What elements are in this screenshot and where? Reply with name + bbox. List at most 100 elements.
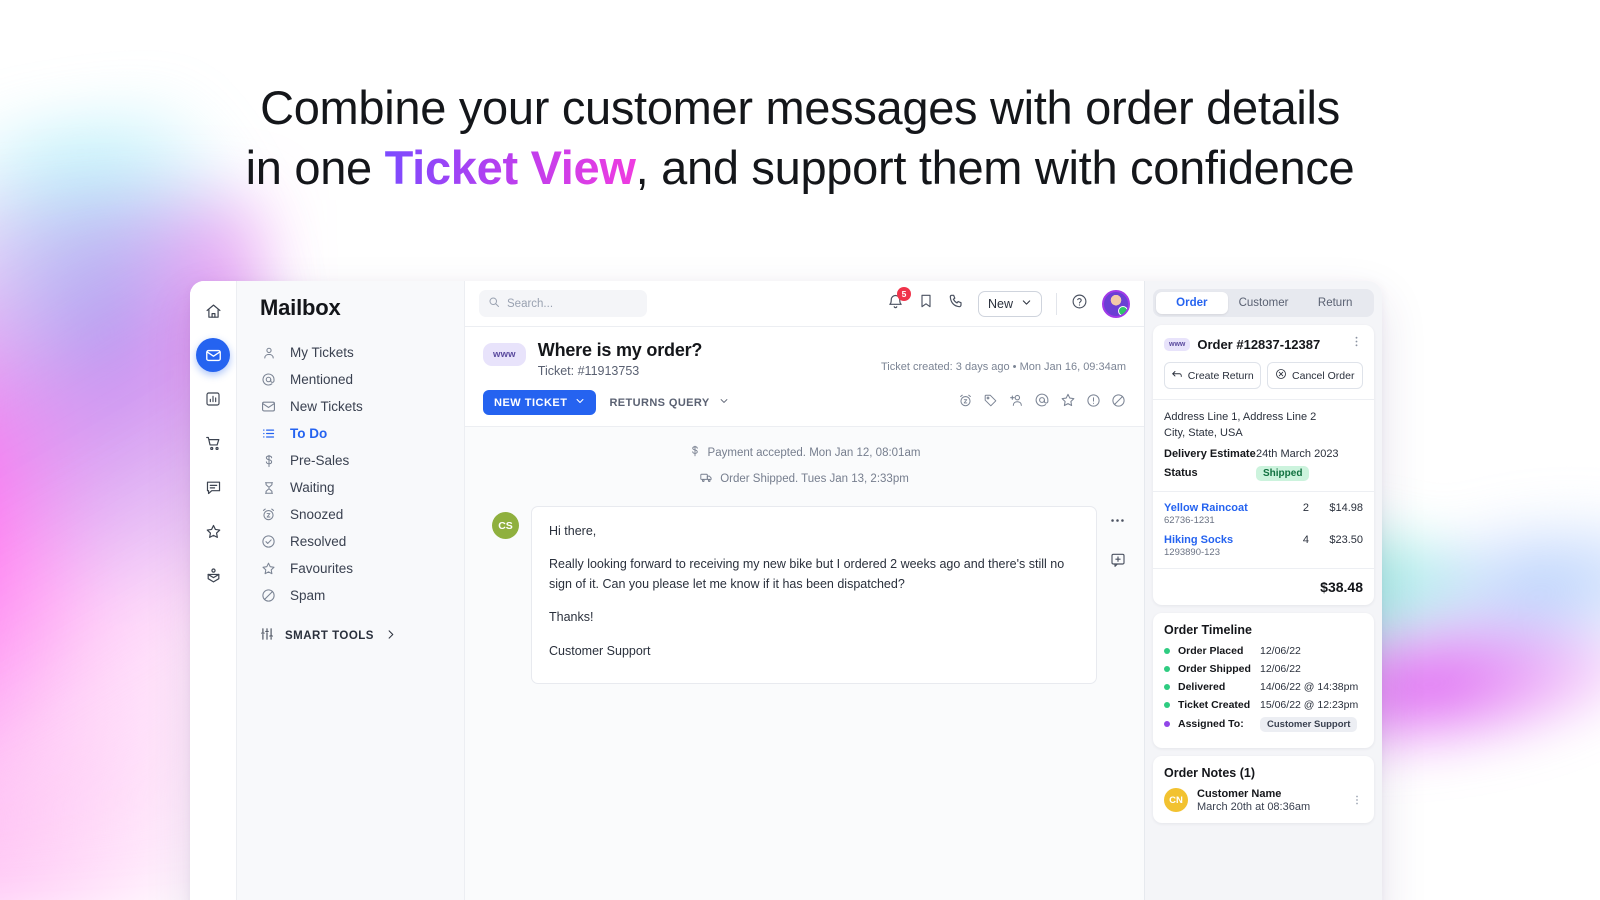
ticket-number: Ticket: #11913753: [537, 364, 640, 378]
order-timeline-card: Order Timeline Order Placed 12/06/22 Ord…: [1153, 612, 1374, 748]
help-icon: [1071, 293, 1088, 315]
sidebar-item-pre-sales[interactable]: Pre-Sales: [237, 447, 464, 474]
ticket-status-label: NEW TICKET: [494, 396, 568, 409]
search-placeholder: Search...: [507, 297, 554, 310]
timeline-dot-icon: [1164, 721, 1170, 728]
block-icon: [260, 588, 277, 603]
rail-item-inbox[interactable]: [196, 558, 230, 592]
sidebar-item-new-tickets[interactable]: New Tickets: [237, 393, 464, 420]
system-event-text: Payment accepted. Mon Jan 12, 08:01am: [707, 446, 921, 459]
order-menu-icon[interactable]: [1350, 335, 1363, 353]
phone-button[interactable]: [948, 293, 964, 314]
ticket-status-dropdown[interactable]: NEW TICKET: [483, 390, 597, 415]
search-icon: [488, 296, 500, 311]
sidebar-item-snoozed[interactable]: Snoozed: [237, 501, 464, 528]
tab-return[interactable]: Return: [1299, 292, 1371, 314]
top-bar-actions: 5 New: [887, 286, 1130, 318]
channel-badge: www: [1164, 337, 1191, 351]
mail-icon: [205, 347, 222, 364]
note-avatar: CN: [1164, 788, 1188, 813]
timeline-row: Delivered 14/06/22 @ 14:38pm: [1164, 681, 1363, 693]
conversation-thread: Payment accepted. Mon Jan 12, 08:01am Or…: [465, 427, 1144, 900]
timeline-value: 12/06/22: [1260, 644, 1301, 657]
sidebar-item-label: Waiting: [290, 480, 335, 495]
sidebar-item-my-tickets[interactable]: My Tickets: [237, 339, 464, 366]
page-title: Where is my order?: [537, 340, 703, 360]
person-icon: [260, 346, 277, 360]
smart-tools-button[interactable]: SMART TOOLS: [237, 609, 464, 644]
timeline-dot-icon: [1164, 647, 1170, 654]
address-line-2: City, State, USA: [1164, 426, 1243, 439]
mention-icon[interactable]: [1034, 392, 1050, 413]
assign-user-icon[interactable]: [1008, 392, 1024, 413]
sidebar-title: Mailbox: [260, 295, 341, 320]
sidebar-item-label: Spam: [290, 588, 326, 603]
help-button[interactable]: [1071, 293, 1088, 315]
order-details-panel: Order Customer Return www Order #12837-1…: [1144, 281, 1382, 900]
ticket-title-group: Where is my order? Ticket: #11913753: [537, 340, 703, 378]
line-item-qty: 2: [1302, 501, 1309, 514]
ticket-toolbar: NEW TICKET RETURNS QUERY: [483, 378, 1126, 426]
rail-item-chat[interactable]: [196, 470, 230, 504]
message-body[interactable]: Hi there, Really looking forward to rece…: [531, 506, 1097, 684]
block-icon[interactable]: [1111, 393, 1126, 413]
panel-tabs: Order Customer Return: [1153, 289, 1374, 317]
star-icon: [260, 561, 277, 576]
create-return-button[interactable]: Create Return: [1164, 362, 1261, 389]
line-item-name[interactable]: Yellow Raincoat: [1164, 502, 1273, 514]
status-row: Status Shipped: [1164, 465, 1363, 481]
sidebar-item-resolved[interactable]: Resolved: [237, 528, 464, 555]
line-item-name[interactable]: Hiking Socks: [1164, 534, 1273, 546]
timeline-row: Order Shipped 12/06/22: [1164, 663, 1363, 675]
ticket-created-label: Ticket created: 3 days ago: [881, 361, 1010, 373]
message-paragraph: Thanks!: [549, 610, 594, 625]
sidebar-item-to-do[interactable]: To Do: [237, 420, 464, 447]
envelope-icon: [260, 399, 277, 414]
sidebar-item-spam[interactable]: Spam: [237, 582, 464, 609]
shipping-address: Address Line 1, Address Line 2 City, Sta…: [1164, 410, 1363, 442]
search-input[interactable]: Search...: [479, 290, 647, 317]
ticket-header-row: www Where is my order? Ticket: #11913753…: [483, 340, 1126, 378]
center-column: Search... 5 New www Where is my order? T…: [465, 281, 1144, 900]
add-note-icon[interactable]: [1110, 552, 1126, 573]
rail-item-favourites[interactable]: [196, 514, 230, 548]
new-dropdown-button[interactable]: New: [977, 290, 1042, 317]
alarm-icon: [260, 507, 277, 522]
line-item: Hiking Socks 1293890-123 4 $23.50: [1164, 534, 1363, 558]
sidebar-item-label: Pre-Sales: [290, 453, 350, 468]
timeline-value: 12/06/22: [1260, 662, 1301, 675]
at-icon: [260, 372, 277, 387]
list-icon: [260, 426, 277, 441]
inbox-icon: [205, 567, 222, 584]
cancel-order-button[interactable]: Cancel Order: [1266, 362, 1363, 389]
rail-item-mail[interactable]: [196, 338, 230, 372]
timeline-label: Delivered: [1178, 680, 1226, 693]
message-paragraph: Really looking forward to receiving my n…: [549, 557, 1065, 591]
bookmark-button[interactable]: [918, 293, 934, 314]
alert-icon[interactable]: [1086, 393, 1101, 413]
rail-item-orders[interactable]: [196, 426, 230, 460]
snooze-icon[interactable]: [958, 393, 973, 413]
rail-item-home[interactable]: [196, 294, 230, 328]
timeline-label: Assigned To:: [1178, 718, 1244, 731]
timeline-label: Order Placed: [1178, 644, 1244, 657]
system-event-text: Order Shipped. Tues Jan 13, 2:33pm: [720, 473, 909, 485]
sidebar-item-label: Mentioned: [290, 372, 354, 387]
rail-item-analytics[interactable]: [196, 382, 230, 416]
star-icon[interactable]: [1060, 392, 1076, 413]
chevron-right-icon: [385, 629, 396, 643]
delivery-estimate-label: Delivery Estimate: [1164, 447, 1256, 460]
sidebar-item-mentioned[interactable]: Mentioned: [237, 366, 464, 393]
avatar[interactable]: [1102, 289, 1130, 318]
notifications-button[interactable]: 5: [887, 286, 911, 315]
ticket-category-dropdown[interactable]: RETURNS QUERY: [609, 396, 728, 409]
note-menu-icon[interactable]: [1351, 794, 1363, 807]
sidebar-item-waiting[interactable]: Waiting: [237, 474, 464, 501]
order-number: Order #12837-12387: [1197, 336, 1321, 352]
ticket-header: www Where is my order? Ticket: #11913753…: [465, 327, 1144, 427]
sidebar-item-favourites[interactable]: Favourites: [237, 555, 464, 582]
tab-customer[interactable]: Customer: [1228, 292, 1300, 314]
more-options-icon[interactable]: [1109, 512, 1126, 534]
tab-order[interactable]: Order: [1156, 292, 1228, 314]
tag-icon[interactable]: [983, 393, 998, 413]
